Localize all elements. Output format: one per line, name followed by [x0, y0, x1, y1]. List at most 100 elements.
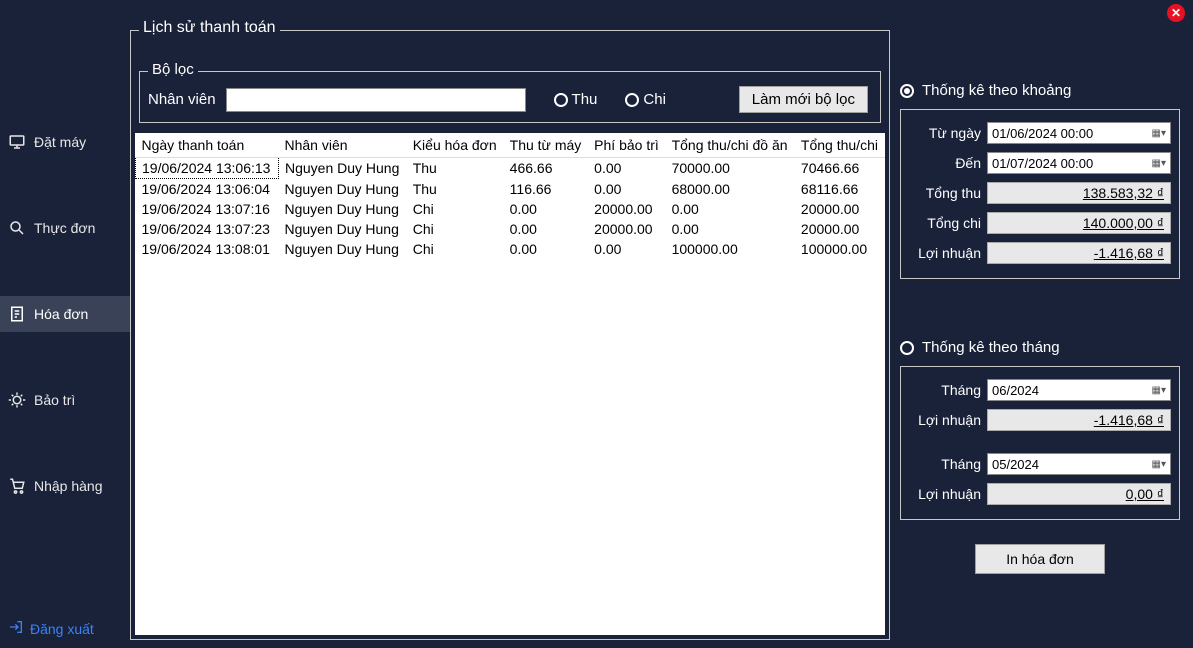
table-cell: 0.00 [588, 179, 665, 200]
table-cell: 0.00 [504, 239, 589, 259]
month1-input[interactable]: 06/2024 ▦▾ [987, 379, 1171, 401]
nav-hoa-don[interactable]: Hóa đơn [0, 296, 130, 332]
table-cell: 20000.00 [795, 219, 885, 239]
loi-nhuan-value: -1.416,68 ₫ [987, 242, 1171, 264]
nav-thuc-don[interactable]: Thực đơn [0, 210, 130, 246]
radio-chi-label: Chi [643, 91, 666, 108]
table-cell: Thu [407, 158, 504, 179]
table-cell: Thu [407, 179, 504, 200]
table-cell: 19/06/2024 13:06:04 [136, 179, 279, 200]
payment-table[interactable]: Ngày thanh toán Nhân viên Kiểu hóa đơn T… [135, 133, 885, 635]
history-title: Lịch sử thanh toán [139, 19, 280, 37]
month1-value: 06/2024 [992, 383, 1039, 398]
tong-thu-label: Tổng thu [909, 185, 981, 201]
stats-range-radio[interactable]: Thống kê theo khoảng [900, 82, 1180, 99]
search-icon [8, 219, 26, 237]
table-cell: 19/06/2024 13:07:16 [136, 199, 279, 219]
cart-icon [8, 477, 26, 495]
table-cell: 68116.66 [795, 179, 885, 200]
col-phibt[interactable]: Phí bảo trì [588, 133, 665, 158]
from-date-input[interactable]: 01/06/2024 00:00 ▦▾ [987, 122, 1171, 144]
filter-title: Bộ lọc [148, 61, 198, 78]
nav-bao-tri[interactable]: Bảo trì [0, 382, 130, 418]
logout-link[interactable]: Đăng xuất [8, 619, 94, 638]
table-row[interactable]: 19/06/2024 13:07:23Nguyen Duy HungChi0.0… [136, 219, 886, 239]
col-ngay[interactable]: Ngày thanh toán [136, 133, 279, 158]
radio-thu[interactable]: Thu [554, 91, 598, 108]
col-thumay[interactable]: Thu từ máy [504, 133, 589, 158]
stats-month-radio[interactable]: Thống kê theo tháng [900, 339, 1180, 356]
table-cell: 19/06/2024 13:08:01 [136, 239, 279, 259]
month2-input[interactable]: 05/2024 ▦▾ [987, 453, 1171, 475]
col-kieu[interactable]: Kiểu hóa đơn [407, 133, 504, 158]
table-cell: Chi [407, 219, 504, 239]
table-cell: 100000.00 [666, 239, 795, 259]
table-cell: Chi [407, 239, 504, 259]
table-cell: 100000.00 [795, 239, 885, 259]
table-cell: Chi [407, 199, 504, 219]
table-cell: 0.00 [666, 199, 795, 219]
month1-profit-value: -1.416,68 ₫ [987, 409, 1171, 431]
nav-dat-may[interactable]: Đặt máy [0, 124, 130, 160]
tong-chi-label: Tổng chi [909, 215, 981, 231]
sidebar: Đặt máy Thực đơn Hóa đơn Bảo trì Nhập hà… [0, 24, 130, 648]
month2-profit-value: 0,00 ₫ [987, 483, 1171, 505]
radio-chi[interactable]: Chi [625, 91, 666, 108]
month2-label: Tháng [909, 456, 981, 472]
logout-label: Đăng xuất [30, 621, 94, 637]
table-cell: 0.00 [504, 219, 589, 239]
stats-range-box: Từ ngày 01/06/2024 00:00 ▦▾ Đến 01/07/20… [900, 109, 1180, 279]
radio-icon [625, 93, 639, 107]
col-nhanvien[interactable]: Nhân viên [278, 133, 406, 158]
radio-icon [554, 93, 568, 107]
col-tong[interactable]: Tổng thu/chi [795, 133, 885, 158]
table-row[interactable]: 19/06/2024 13:07:16Nguyen Duy HungChi0.0… [136, 199, 886, 219]
to-date-value: 01/07/2024 00:00 [992, 156, 1093, 171]
history-panel: Lịch sử thanh toán Bộ lọc Nhân viên Thu … [130, 30, 890, 640]
nav-label: Thực đơn [34, 220, 95, 236]
filter-groupbox: Bộ lọc Nhân viên Thu Chi Làm mới bộ lọc [139, 71, 881, 123]
table-cell: Nguyen Duy Hung [278, 219, 406, 239]
computer-icon [8, 133, 26, 151]
table-cell: 19/06/2024 13:07:23 [136, 219, 279, 239]
table-cell: 68000.00 [666, 179, 795, 200]
to-date-input[interactable]: 01/07/2024 00:00 ▦▾ [987, 152, 1171, 174]
table-cell: 20000.00 [588, 219, 665, 239]
month2-value: 05/2024 [992, 457, 1039, 472]
table-row[interactable]: 19/06/2024 13:06:13Nguyen Duy HungThu466… [136, 158, 886, 179]
radio-icon [900, 84, 914, 98]
table-cell: Nguyen Duy Hung [278, 179, 406, 200]
calendar-icon: ▦▾ [1152, 459, 1166, 470]
table-cell: Nguyen Duy Hung [278, 158, 406, 179]
stats-month-box: Tháng 06/2024 ▦▾ Lợi nhuận -1.416,68 ₫ T… [900, 366, 1180, 520]
nav-label: Hóa đơn [34, 306, 88, 322]
stats-panel: Thống kê theo khoảng Từ ngày 01/06/2024 … [900, 30, 1180, 574]
close-icon: ✕ [1171, 6, 1181, 20]
employee-input[interactable] [226, 88, 526, 112]
table-cell: 20000.00 [795, 199, 885, 219]
table-cell: Nguyen Duy Hung [278, 239, 406, 259]
table-cell: 19/06/2024 13:06:13 [136, 158, 279, 179]
print-invoice-button[interactable]: In hóa đơn [975, 544, 1105, 574]
table-cell: 0.00 [666, 219, 795, 239]
table-row[interactable]: 19/06/2024 13:08:01Nguyen Duy HungChi0.0… [136, 239, 886, 259]
bug-icon [8, 391, 26, 409]
calendar-icon: ▦▾ [1152, 158, 1166, 169]
stats-range-label: Thống kê theo khoảng [922, 82, 1071, 99]
table-cell: 20000.00 [588, 199, 665, 219]
nav-nhap-hang[interactable]: Nhập hàng [0, 468, 130, 504]
logout-icon [8, 619, 24, 638]
tong-chi-value: 140.000,00 ₫ [987, 212, 1171, 234]
nav-label: Đặt máy [34, 134, 86, 150]
table-cell: 0.00 [588, 239, 665, 259]
refresh-filter-button[interactable]: Làm mới bộ lọc [739, 86, 868, 113]
invoice-icon [8, 305, 26, 323]
nav-label: Bảo trì [34, 392, 75, 408]
col-doan[interactable]: Tổng thu/chi đồ ăn [666, 133, 795, 158]
month2-profit-label: Lợi nhuận [909, 486, 981, 502]
table-cell: 466.66 [504, 158, 589, 179]
table-row[interactable]: 19/06/2024 13:06:04Nguyen Duy HungThu116… [136, 179, 886, 200]
table-header-row: Ngày thanh toán Nhân viên Kiểu hóa đơn T… [136, 133, 886, 158]
month1-label: Tháng [909, 382, 981, 398]
close-button[interactable]: ✕ [1167, 4, 1185, 22]
